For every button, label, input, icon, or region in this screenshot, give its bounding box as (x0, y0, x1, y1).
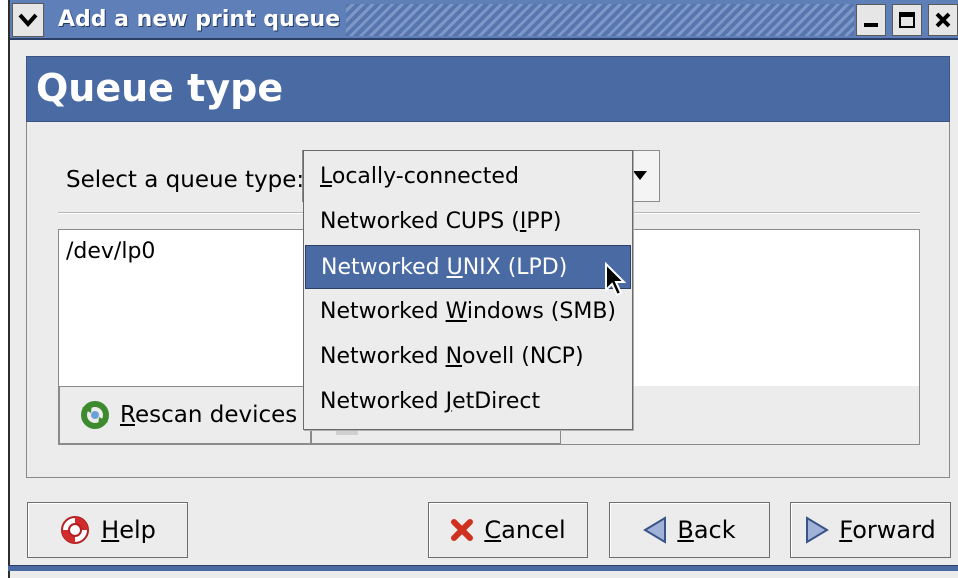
rescan-label: Rescan devices (120, 402, 298, 428)
x-icon (451, 519, 474, 541)
left-arrow-icon (643, 516, 667, 544)
menu-item-networked-jetdirect[interactable]: Networked JetDirect (305, 380, 631, 424)
refresh-icon (81, 401, 109, 429)
window-title: Add a new print queue (52, 2, 347, 38)
dropdown-arrow-icon (633, 171, 647, 180)
close-button[interactable] (928, 4, 958, 36)
menu-item-networked-unix[interactable]: Networked UNIX (LPD) (305, 245, 631, 289)
minimize-button[interactable] (856, 4, 886, 36)
forward-button[interactable]: Forward (790, 502, 951, 558)
lifebuoy-icon (61, 516, 90, 544)
minimize-icon (864, 23, 878, 27)
page-title: Queue type (36, 66, 284, 110)
device-item[interactable]: /dev/lp0 (66, 236, 155, 268)
menu-item-networked-novell[interactable]: Networked Novell (NCP) (305, 335, 631, 379)
chevron-down-icon (18, 13, 38, 27)
menu-item-locally-connected[interactable]: Locally-connected (305, 155, 631, 199)
queue-type-label: Select a queue type: (66, 167, 305, 193)
maximize-icon (899, 12, 915, 28)
menu-item-networked-windows[interactable]: Networked Windows (SMB) (305, 290, 631, 334)
help-label: Help (101, 516, 156, 544)
forward-label: Forward (839, 516, 936, 544)
back-label: Back (677, 516, 736, 544)
cancel-label: Cancel (484, 516, 566, 544)
window-bottom-edge (8, 565, 958, 571)
close-icon (935, 12, 951, 28)
back-button[interactable]: Back (609, 502, 770, 558)
mouse-cursor-icon (605, 262, 626, 297)
help-button[interactable]: Help (27, 502, 188, 558)
cancel-button[interactable]: Cancel (428, 502, 588, 558)
right-arrow-icon (806, 516, 830, 544)
window-menu-button[interactable] (12, 3, 44, 37)
maximize-button[interactable] (892, 4, 922, 36)
menu-item-networked-cups[interactable]: Networked CUPS (IPP) (305, 200, 631, 244)
rescan-devices-button[interactable]: Rescan devices (59, 386, 311, 444)
queue-type-dropdown[interactable]: Locally-connected Networked CUPS (IPP) N… (303, 150, 633, 430)
